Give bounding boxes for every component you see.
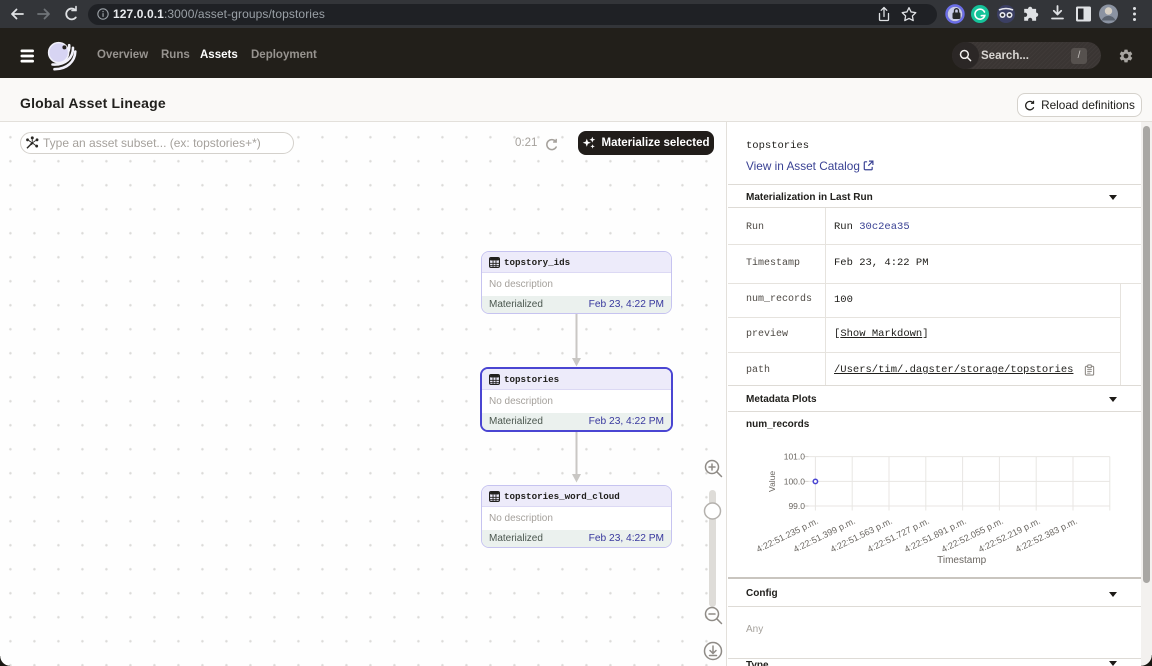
svg-text:101.0: 101.0 <box>784 452 806 462</box>
svg-text:Timestamp: Timestamp <box>937 555 987 566</box>
svg-text:Value: Value <box>767 471 777 492</box>
svg-text:4:22:51.235 p.m.: 4:22:51.235 p.m. <box>755 516 820 555</box>
svg-text:100.0: 100.0 <box>784 476 806 486</box>
svg-text:99.0: 99.0 <box>788 501 805 511</box>
